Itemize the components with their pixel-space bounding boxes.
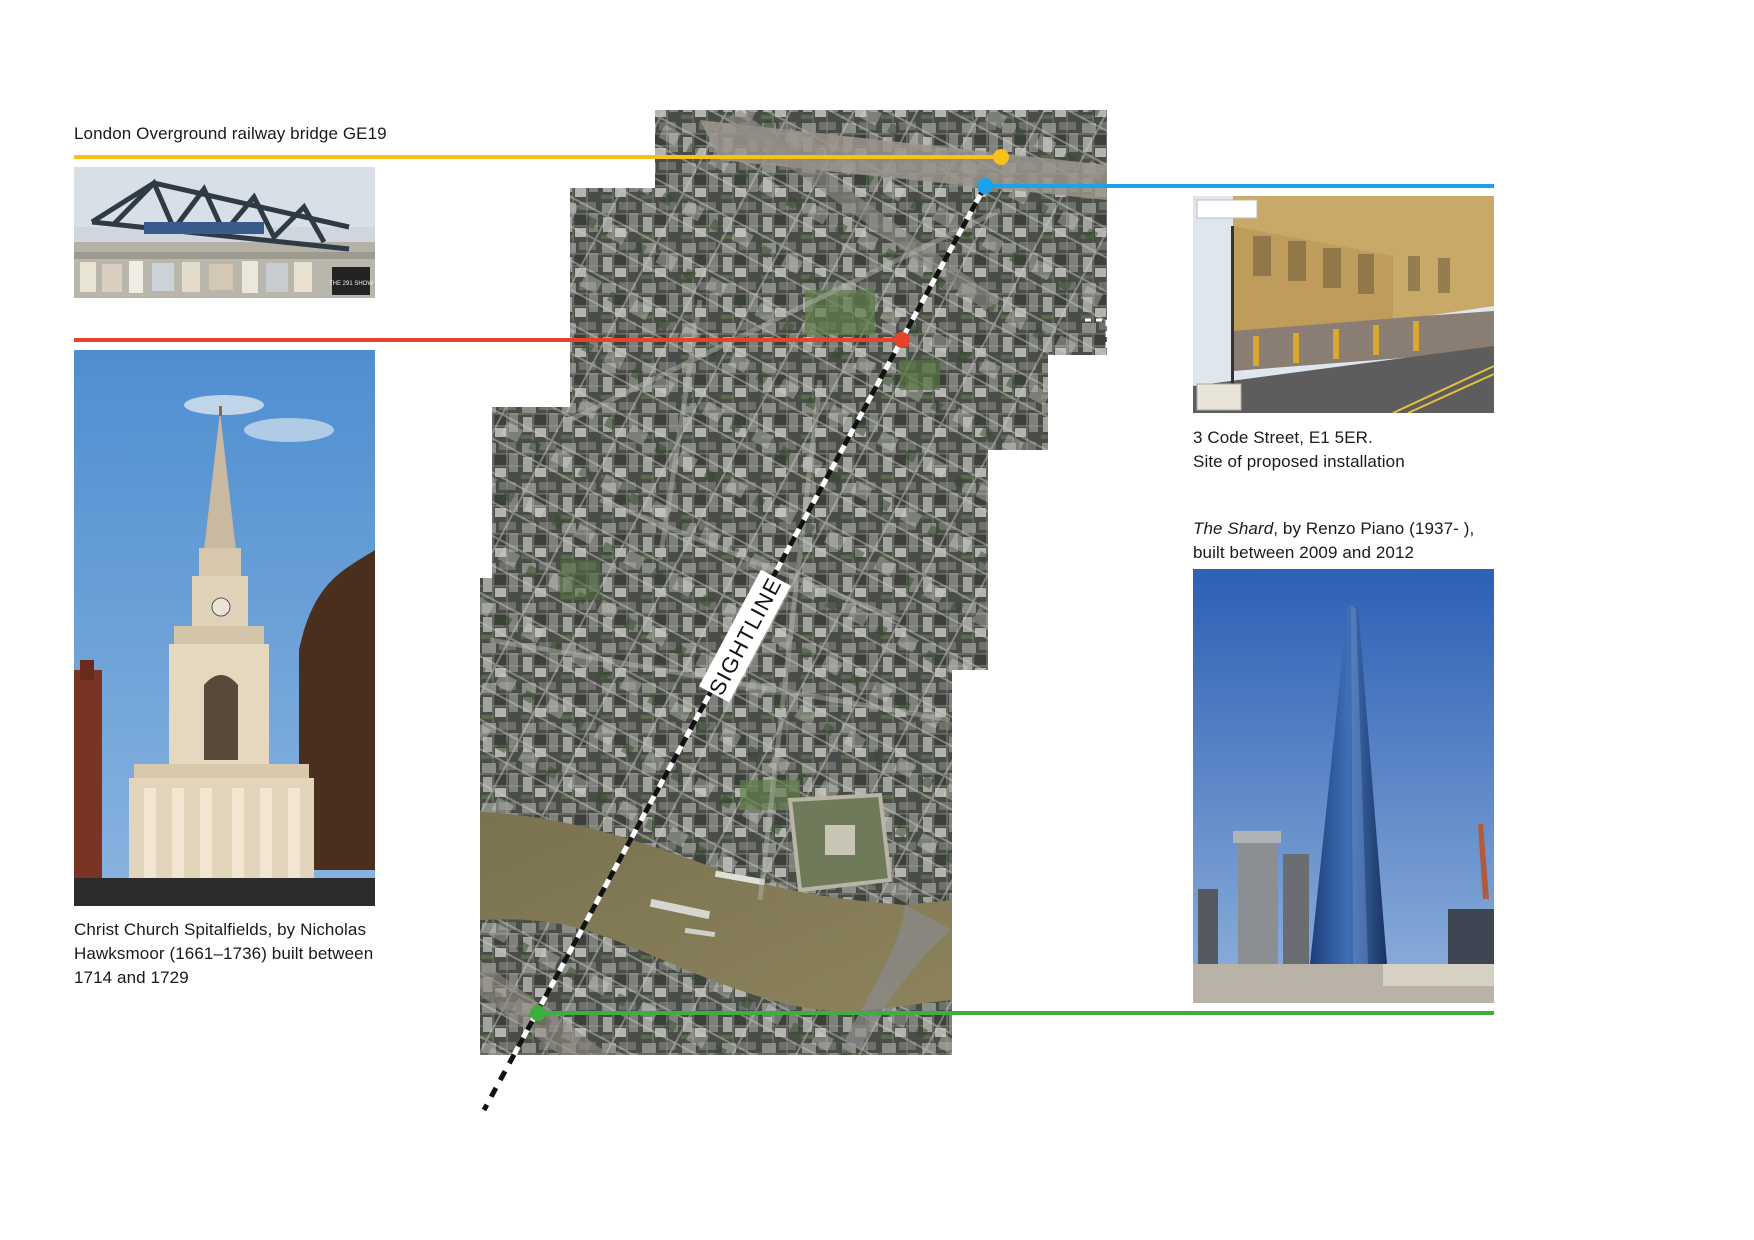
aerial-map — [480, 110, 1107, 1055]
street-caption-line-1: 3 Code Street, E1 5ER. — [1193, 428, 1373, 447]
bridge-marker-dot — [993, 149, 1009, 165]
shard-photo — [1193, 569, 1494, 1003]
shard-caption-line-2: built between 2009 and 2012 — [1193, 543, 1415, 562]
shard-title: The Shard — [1193, 519, 1274, 538]
shard-caption-line-1: The Shard, by Renzo Piano (1937- ), — [1193, 517, 1474, 541]
shard-marker-dot — [530, 1005, 546, 1021]
shard-caption: The Shard, by Renzo Piano (1937- ), buil… — [1193, 517, 1474, 565]
street-marker-dot — [977, 178, 993, 194]
shard-caption-rest: , by Renzo Piano (1937- ), — [1273, 519, 1475, 538]
church-caption-line-2: Hawksmoor (1661–1736) built between — [74, 944, 374, 963]
street-view-photo — [1193, 196, 1494, 413]
church-caption: Christ Church Spitalfields, by Nicholas … — [74, 918, 373, 990]
church-caption-line-3: 1714 and 1729 — [74, 968, 189, 987]
street-caption: 3 Code Street, E1 5ER. Site of proposed … — [1193, 426, 1405, 474]
street-caption-line-2: Site of proposed installation — [1193, 452, 1405, 471]
church-photo — [74, 350, 375, 906]
poster-sign-text: THE 291 SHOW — [329, 281, 373, 287]
bridge-photo: THE 291 SHOW — [74, 167, 375, 298]
church-marker-dot — [894, 332, 910, 348]
bridge-caption: London Overground railway bridge GE19 — [74, 124, 387, 143]
church-caption-line-1: Christ Church Spitalfields, by Nicholas — [74, 920, 367, 939]
